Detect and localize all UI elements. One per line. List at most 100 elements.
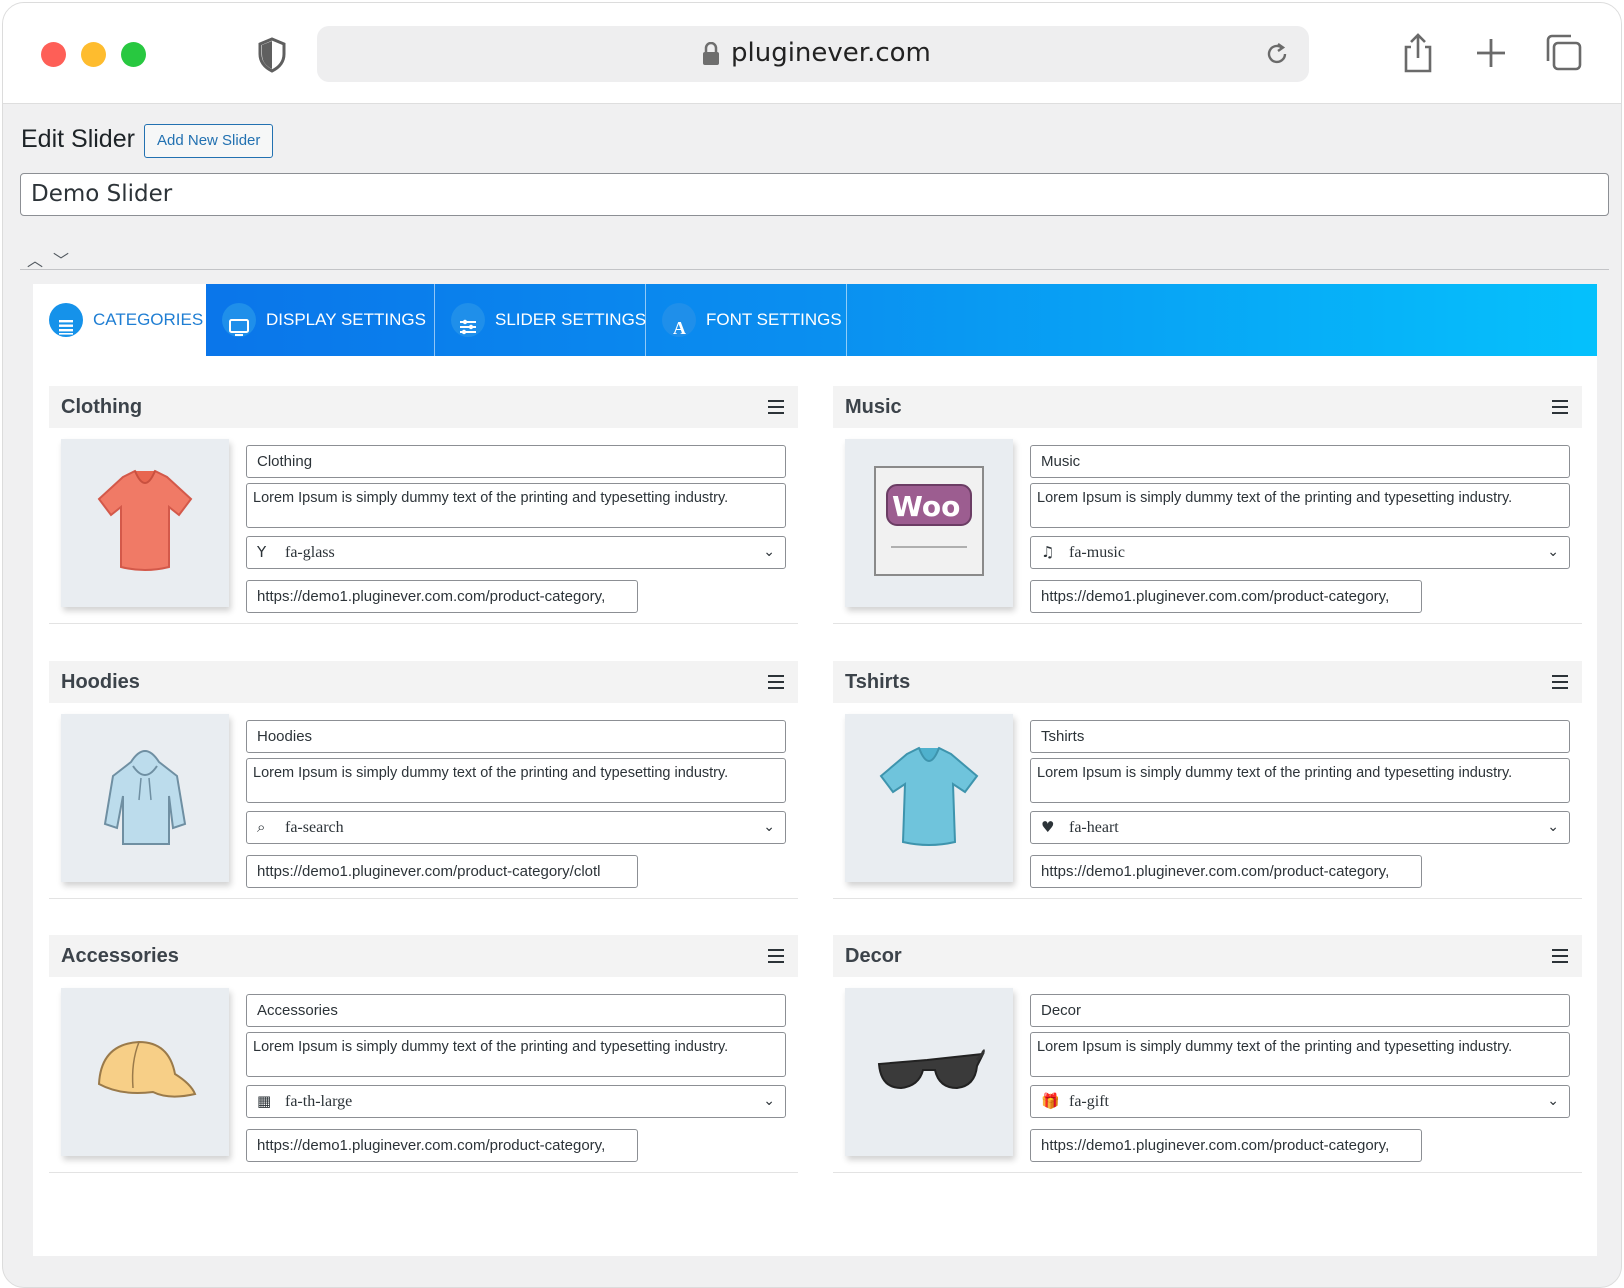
monitor-icon <box>222 303 256 337</box>
tab-display-settings[interactable]: DISPLAY SETTINGS <box>206 284 435 356</box>
search-icon: ⌕ <box>257 818 266 836</box>
card-title: Music <box>845 396 902 418</box>
category-image[interactable] <box>845 714 1013 882</box>
category-image[interactable] <box>61 714 229 882</box>
card-title: Hoodies <box>61 671 140 693</box>
category-icon-select[interactable]: 🎁 fa-gift ⌄ <box>1030 1085 1570 1118</box>
reload-icon[interactable] <box>1263 40 1291 68</box>
card-header[interactable]: Hoodies <box>49 661 798 703</box>
cap-image <box>97 1040 197 1098</box>
card-title: Clothing <box>61 396 143 418</box>
tab-label: FONT SETTINGS <box>706 310 842 329</box>
minimize-window-button[interactable] <box>81 42 106 67</box>
tab-categories[interactable]: CATEGORIES <box>33 284 206 356</box>
glass-icon: Y <box>257 543 267 561</box>
category-image[interactable] <box>845 988 1013 1156</box>
category-icon-select[interactable]: ♥ fa-heart ⌄ <box>1030 811 1570 844</box>
card-title: Decor <box>845 945 902 967</box>
category-icon-select[interactable]: Yfa-glass ⌄ <box>246 536 786 569</box>
slider-name-input[interactable]: Demo Slider <box>20 173 1609 216</box>
list-icon <box>49 303 83 337</box>
close-window-button[interactable] <box>41 42 66 67</box>
category-description-input[interactable]: Lorem Ipsum is simply dummy text of the … <box>246 483 786 528</box>
category-description-input[interactable]: Lorem Ipsum is simply dummy text of the … <box>246 1032 786 1077</box>
tab-label: SLIDER SETTINGS <box>495 310 647 329</box>
tab-overview-icon[interactable] <box>1543 31 1583 75</box>
category-icon-select[interactable]: ▦ fa-th-large ⌄ <box>246 1085 786 1118</box>
icon-select-value: fa-heart <box>1069 819 1119 836</box>
category-url-input[interactable]: https://demo1.pluginever.com.com/product… <box>246 580 638 613</box>
divider <box>20 269 1609 270</box>
category-description-input[interactable]: Lorem Ipsum is simply dummy text of the … <box>1030 758 1570 803</box>
drag-handle-icon[interactable] <box>1552 400 1568 414</box>
category-description-input[interactable]: Lorem Ipsum is simply dummy text of the … <box>1030 483 1570 528</box>
icon-select-value: fa-th-large <box>285 1093 353 1110</box>
blue-hoodie-image <box>103 750 187 845</box>
category-card-tshirts: Tshirts Tshirts Lorem Ipsum is simply du… <box>833 661 1582 899</box>
category-url-input[interactable]: https://demo1.pluginever.com.com/product… <box>1030 855 1422 888</box>
browser-toolbar: pluginever.com <box>3 3 1621 104</box>
card-header[interactable]: Tshirts <box>833 661 1582 703</box>
browser-window: pluginever.com Edit Slider Add New Slide… <box>2 2 1622 1288</box>
category-image[interactable]: Woo <box>845 439 1013 607</box>
category-icon-select[interactable]: ⌕ fa-search ⌄ <box>246 811 786 844</box>
chevron-down-icon: ⌄ <box>1547 819 1559 835</box>
heart-icon: ♥ <box>1041 818 1055 836</box>
svg-text:A: A <box>673 318 686 338</box>
blue-tshirt-image <box>879 746 979 846</box>
drag-handle-icon[interactable] <box>768 675 784 689</box>
card-title: Tshirts <box>845 671 911 693</box>
tab-font-settings[interactable]: A FONT SETTINGS <box>646 284 847 356</box>
category-description-input[interactable]: Lorem Ipsum is simply dummy text of the … <box>1030 1032 1570 1077</box>
category-url-input[interactable]: https://demo1.pluginever.com.com/product… <box>1030 580 1422 613</box>
new-tab-icon[interactable] <box>1471 31 1511 75</box>
chevron-down-icon: ⌄ <box>1547 544 1559 560</box>
tab-slider-settings[interactable]: SLIDER SETTINGS <box>435 284 646 356</box>
card-header[interactable]: Clothing <box>49 386 798 428</box>
category-name-input[interactable]: Hoodies <box>246 720 786 753</box>
zoom-window-button[interactable] <box>121 42 146 67</box>
card-header[interactable]: Music <box>833 386 1582 428</box>
category-name-input[interactable]: Decor <box>1030 994 1570 1027</box>
chevron-down-icon[interactable]: ﹀ <box>53 247 79 271</box>
chevron-up-icon[interactable]: ︿ <box>27 247 53 271</box>
category-icon-select[interactable]: ♫ fa-music ⌄ <box>1030 536 1570 569</box>
drag-handle-icon[interactable] <box>1552 675 1568 689</box>
lock-icon <box>703 42 719 65</box>
category-name-input[interactable]: Clothing <box>246 445 786 478</box>
category-card-music: Music Woo Music Lorem Ipsum is simply du… <box>833 386 1582 624</box>
icon-select-value: fa-music <box>1069 544 1125 561</box>
category-url-input[interactable]: https://demo1.pluginever.com.com/product… <box>246 1129 638 1162</box>
tab-label: CATEGORIES <box>93 310 204 329</box>
red-tshirt-image <box>97 469 193 571</box>
category-name-input[interactable]: Accessories <box>246 994 786 1027</box>
category-card-accessories: Accessories Accessories Lorem Ipsum is s… <box>49 935 798 1173</box>
card-header[interactable]: Accessories <box>49 935 798 977</box>
drag-handle-icon[interactable] <box>768 949 784 963</box>
category-name-input[interactable]: Tshirts <box>1030 720 1570 753</box>
address-bar[interactable]: pluginever.com <box>317 26 1309 82</box>
gift-icon: 🎁 <box>1041 1092 1060 1110</box>
category-url-input[interactable]: https://demo1.pluginever.com/product-cat… <box>246 855 638 888</box>
slider-settings-panel: CATEGORIES DISPLAY SETTINGS SLIDER SETTI… <box>33 284 1597 1256</box>
category-image[interactable] <box>61 988 229 1156</box>
category-name-input[interactable]: Music <box>1030 445 1570 478</box>
music-icon: ♫ <box>1041 543 1055 561</box>
card-header[interactable]: Decor <box>833 935 1582 977</box>
icon-select-value: fa-gift <box>1069 1093 1109 1110</box>
page-title: Edit Slider <box>21 125 135 153</box>
icon-select-value: fa-search <box>285 819 344 836</box>
category-description-input[interactable]: Lorem Ipsum is simply dummy text of the … <box>246 758 786 803</box>
tab-label: DISPLAY SETTINGS <box>266 310 426 329</box>
drag-handle-icon[interactable] <box>768 400 784 414</box>
card-title: Accessories <box>61 945 179 967</box>
share-icon[interactable] <box>1398 31 1438 75</box>
sunglasses-image <box>877 1048 985 1090</box>
add-new-slider-button[interactable]: Add New Slider <box>144 124 274 158</box>
category-url-input[interactable]: https://demo1.pluginever.com.com/product… <box>1030 1129 1422 1162</box>
icon-select-value: fa-glass <box>285 544 335 561</box>
privacy-shield-icon[interactable] <box>257 37 287 73</box>
collapse-controls: ︿ ﹀ <box>27 247 79 271</box>
drag-handle-icon[interactable] <box>1552 949 1568 963</box>
category-image[interactable] <box>61 439 229 607</box>
